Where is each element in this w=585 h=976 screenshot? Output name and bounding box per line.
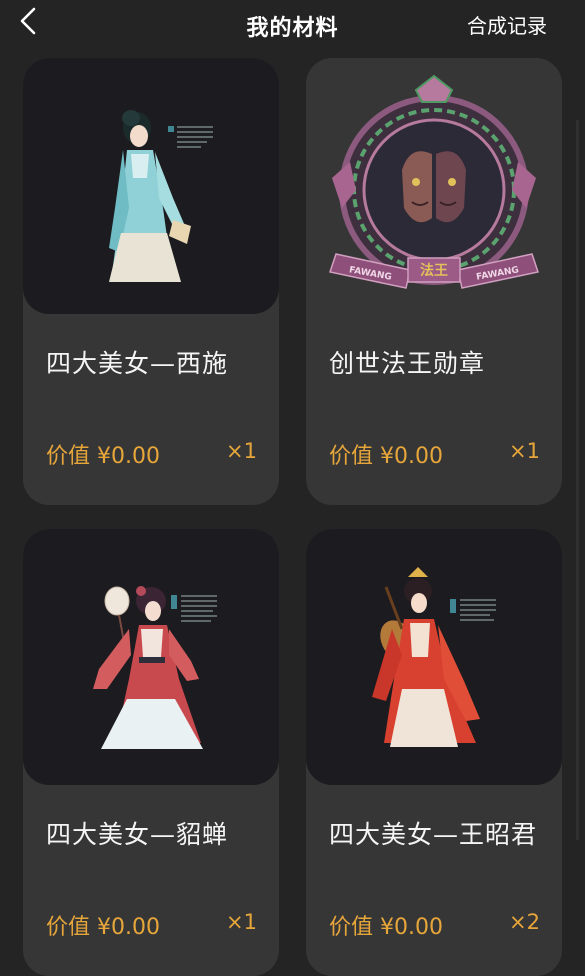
- diaochan-illustration: [93, 586, 217, 749]
- material-card[interactable]: FAWANG FAWANG 法王 创世法王勋章 价值 ¥0.00 ×1: [306, 58, 562, 505]
- material-image: FAWANG FAWANG 法王: [306, 58, 562, 314]
- material-quantity: ×1: [226, 910, 257, 934]
- material-quantity: ×2: [509, 910, 540, 934]
- material-image: [23, 58, 279, 314]
- material-name: 四大美女—西施: [46, 349, 229, 378]
- material-image: [306, 529, 562, 785]
- material-card[interactable]: 四大美女—西施 价值 ¥0.00 ×1: [23, 58, 279, 505]
- material-name: 四大美女—貂蝉: [46, 820, 229, 849]
- material-name: 创世法王勋章: [329, 349, 486, 378]
- material-name: 四大美女—王昭君: [329, 820, 538, 849]
- top-bar: 我的材料 合成记录: [0, 0, 585, 46]
- material-price: 价值 ¥0.00: [46, 444, 160, 469]
- material-price: 价值 ¥0.00: [46, 915, 160, 940]
- material-price: 价值 ¥0.00: [329, 444, 443, 469]
- xishi-illustration: [109, 110, 213, 282]
- material-price: 价值 ¥0.00: [329, 915, 443, 940]
- material-quantity: ×1: [509, 439, 540, 463]
- scrollbar[interactable]: [576, 120, 579, 840]
- material-card[interactable]: 四大美女—貂蝉 价值 ¥0.00 ×1: [23, 529, 279, 976]
- synthesis-records-button[interactable]: 合成记录: [467, 10, 547, 39]
- wangzhaojun-illustration: [372, 567, 496, 747]
- medal-badge-illustration: FAWANG FAWANG 法王: [329, 74, 539, 289]
- material-quantity: ×1: [226, 439, 257, 463]
- material-card[interactable]: 四大美女—王昭君 价值 ¥0.00 ×2: [306, 529, 562, 976]
- svg-text:法王: 法王: [420, 262, 448, 279]
- material-image: [23, 529, 279, 785]
